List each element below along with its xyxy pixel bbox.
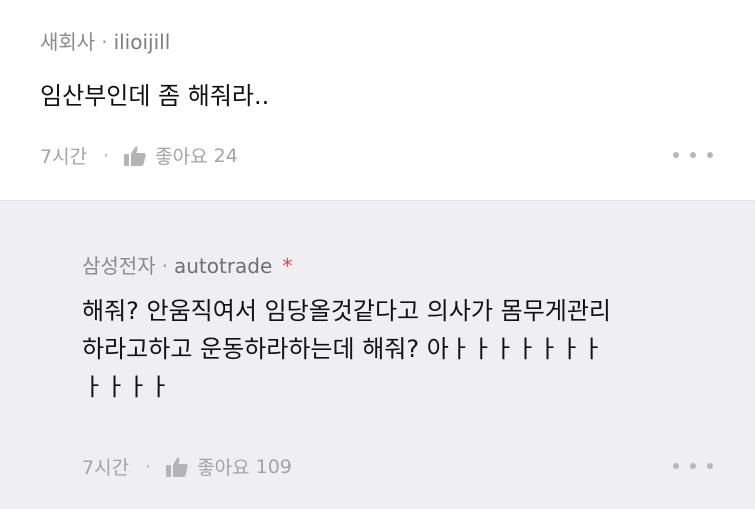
reply-card: 삼성전자 · autotrade * 해줘? 안움직여서 임당올것같다고 의사가 몸무… xyxy=(0,200,755,509)
like-button[interactable]: 좋아요 24 xyxy=(123,142,238,169)
like-count: 24 xyxy=(213,144,238,167)
more-dot xyxy=(707,463,713,469)
username[interactable]: autotrade xyxy=(174,254,272,278)
author-marker: * xyxy=(282,254,293,278)
comment-card: 새회사 · ilioijill 임산부인데 좀 해줘라.. 7시간 · 좋아요 24 xyxy=(0,0,755,200)
reply-text-line: 하라고하고 운동하라하는데 해줘? 아ㅏㅏㅏㅏㅏㅏㅏ xyxy=(82,335,604,363)
footer-separator: · xyxy=(103,144,110,167)
comment-meta: 새회사 · ilioijill xyxy=(40,26,170,55)
reply-text-line: ㅏㅏㅏㅏ xyxy=(82,373,171,401)
thumbs-up-icon xyxy=(166,457,188,477)
timestamp: 7시간 xyxy=(40,146,88,168)
footer-separator: · xyxy=(145,455,152,478)
more-dot xyxy=(707,152,713,158)
more-dot xyxy=(673,463,679,469)
comment-text-line: 임산부인데 좀 해줘라.. xyxy=(40,82,270,110)
reply-footer: 7시간 · 좋아요 109 xyxy=(82,453,292,480)
more-dot xyxy=(673,152,679,158)
meta-separator: · xyxy=(161,254,168,278)
comment-footer: 7시간 · 좋아요 24 xyxy=(40,142,238,169)
comment-text: 임산부인데 좀 해줘라.. xyxy=(40,77,269,115)
username[interactable]: ilioijill xyxy=(114,30,171,54)
more-icon[interactable] xyxy=(673,461,713,471)
like-count: 109 xyxy=(255,455,292,478)
like-label: 좋아요 xyxy=(155,146,208,168)
meta-separator: · xyxy=(101,30,108,54)
reply-text-line: 해줘? 안움직여서 임당올것같다고 의사가 몸무게관리 xyxy=(82,297,612,325)
like-button[interactable]: 좋아요 109 xyxy=(165,453,292,480)
reply-text: 해줘? 안움직여서 임당올것같다고 의사가 몸무게관리 하라고하고 운동하라하는… xyxy=(82,292,611,406)
more-icon[interactable] xyxy=(673,150,713,160)
more-dot xyxy=(690,152,696,158)
more-dot xyxy=(690,463,696,469)
company-name: 새회사 xyxy=(40,30,96,54)
like-label: 좋아요 xyxy=(197,457,250,479)
company-name: 삼성전자 xyxy=(82,254,156,278)
thumbs-up-icon xyxy=(124,146,146,166)
reply-meta: 삼성전자 · autotrade * xyxy=(82,250,292,279)
timestamp: 7시간 xyxy=(82,457,130,479)
